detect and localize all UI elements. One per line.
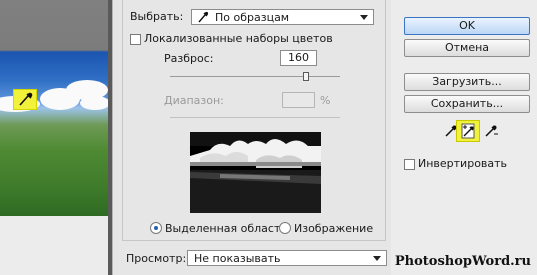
chevron-down-icon [360,15,368,20]
fuzziness-value: 160 [288,51,309,64]
localized-label: Локализованные наборы цветов [144,32,333,45]
watermark: PhotoshopWord.ru [394,254,531,269]
eyedropper-cursor-icon [13,89,37,110]
range-slider-track [170,117,340,118]
load-button[interactable]: Загрузить... [404,73,530,91]
range-input[interactable] [282,92,315,108]
ok-button[interactable]: OK [404,17,530,35]
image-option-label: Изображение [294,222,374,235]
chevron-down-icon [373,256,381,261]
fuzziness-label: Разброс: [164,52,214,65]
invert-label: Инвертировать [418,157,508,170]
selection-option-label: Выделенная область [165,222,287,235]
fuzziness-slider-thumb[interactable] [303,72,309,81]
image-radio[interactable] [279,222,291,234]
localized-checkbox[interactable] [130,34,141,45]
selection-preview [190,132,321,213]
invert-checkbox[interactable] [404,159,415,170]
range-label: Диапазон: [164,94,224,107]
preview-dropdown[interactable]: Не показывать [187,250,387,266]
fuzziness-input[interactable]: 160 [280,50,317,66]
save-button[interactable]: Сохранить... [404,95,530,113]
preview-value: Не показывать [194,252,281,265]
fuzziness-slider-track[interactable] [170,76,340,77]
canvas-photo [0,0,108,216]
range-unit: % [320,94,331,107]
eyedropper-icon [197,10,209,29]
canvas-background [0,216,108,275]
preview-label: Просмотр: [126,252,187,265]
select-dropdown[interactable]: По образцам [191,9,374,25]
cancel-button[interactable]: Отмена [404,39,530,57]
selection-radio[interactable] [150,222,162,234]
eyedropper-minus-icon[interactable] [483,123,499,142]
select-label: Выбрать: [130,10,184,23]
eyedropper-plus-icon[interactable] [456,120,480,142]
select-value: По образцам [215,11,290,24]
